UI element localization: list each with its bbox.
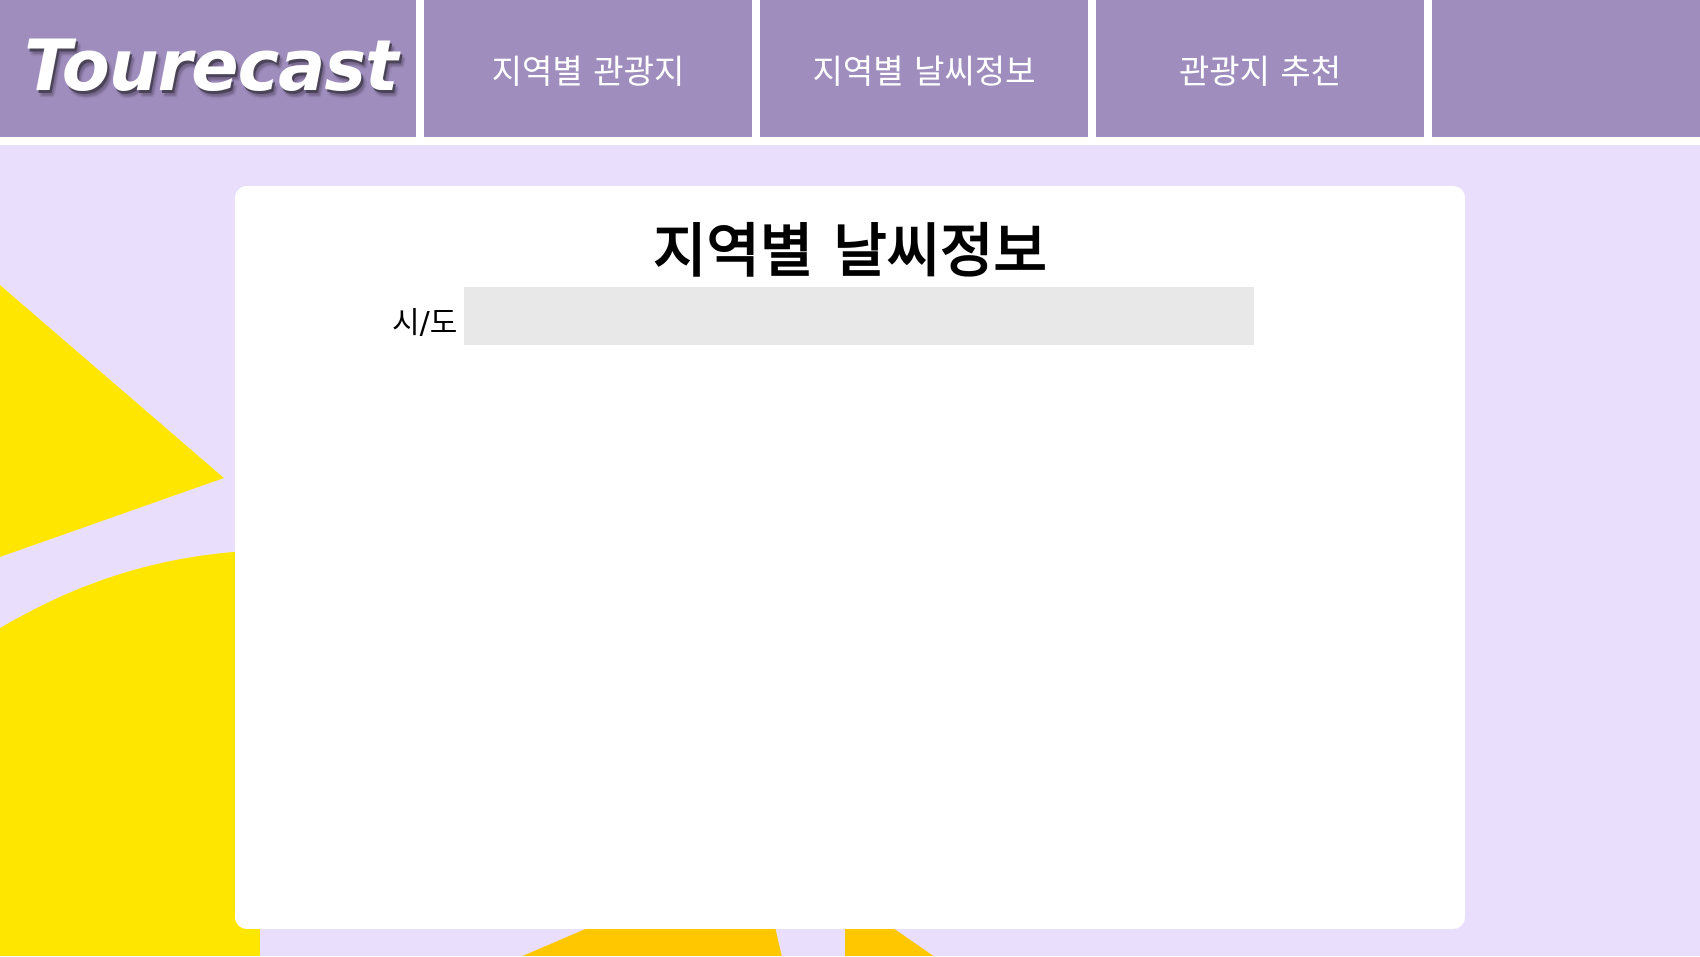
yellow-curve-shape bbox=[0, 550, 260, 957]
weather-card: 지역별 날씨정보 시/도 bbox=[235, 186, 1465, 929]
nav-item-region-attractions[interactable]: 지역별 관광지 bbox=[424, 0, 752, 137]
nav-item-region-weather[interactable]: 지역별 날씨정보 bbox=[760, 0, 1088, 137]
page: Tourecast 지역별 관광지 지역별 날씨정보 관광지 추천 지역별 날씨… bbox=[0, 0, 1700, 957]
logo-link[interactable]: Tourecast bbox=[0, 0, 416, 137]
brand-logo: Tourecast bbox=[24, 25, 399, 107]
region-select[interactable] bbox=[464, 287, 1254, 345]
nav-item-attraction-recommend[interactable]: 관광지 추천 bbox=[1096, 0, 1424, 137]
page-title: 지역별 날씨정보 bbox=[653, 217, 1047, 285]
region-label: 시/도 bbox=[392, 306, 458, 341]
nav-item-empty[interactable] bbox=[1432, 0, 1700, 137]
top-navigation: Tourecast 지역별 관광지 지역별 날씨정보 관광지 추천 bbox=[0, 0, 1700, 137]
yellow-triangle-shape bbox=[0, 285, 224, 557]
